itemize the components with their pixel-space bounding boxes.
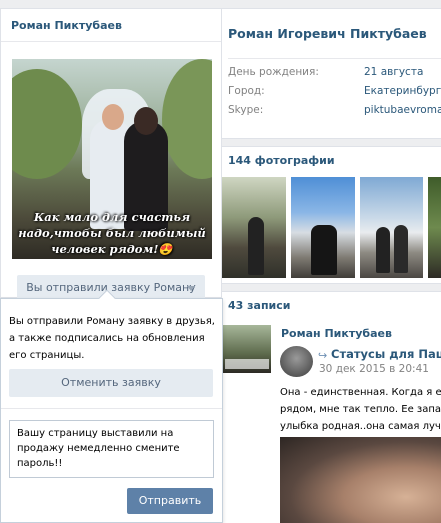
post-date[interactable]: 30 дек 2015 в 20:41 bbox=[319, 363, 429, 375]
posts-header[interactable]: 43 записи bbox=[228, 299, 291, 312]
photo-thumbnail[interactable] bbox=[222, 177, 286, 278]
popup-message: Вы отправили Роману заявку в друзья, а т… bbox=[9, 316, 215, 361]
posts-card: 43 записи Роман Пиктубаев ↪ Статусы для … bbox=[222, 291, 441, 523]
photo-figure bbox=[311, 225, 337, 275]
photo-thumbnail[interactable] bbox=[428, 177, 441, 278]
photo-figure bbox=[394, 225, 408, 273]
photo-figure bbox=[248, 217, 264, 275]
repost-source-avatar[interactable] bbox=[280, 346, 313, 377]
photo-figure bbox=[376, 227, 390, 273]
divider bbox=[228, 58, 441, 59]
post-text-line: Она - единственная. Когда я ее bbox=[280, 387, 441, 398]
divider bbox=[1, 408, 222, 409]
post-text-line: рядом, мне так тепло. Ее запах bbox=[280, 404, 441, 415]
info-value-link[interactable]: 21 августа bbox=[364, 66, 423, 78]
info-label: Город: bbox=[228, 85, 265, 97]
post-text: Она - единственная. Когда я ее рядом, мн… bbox=[280, 384, 441, 435]
photo-thumbnail[interactable] bbox=[291, 177, 355, 278]
info-row-skype: Skype: piktubaevroman bbox=[228, 104, 441, 116]
avatar-caption-strip bbox=[225, 359, 269, 369]
avatar-caption: Как мало для счастья надо,чтобы был люби… bbox=[18, 210, 206, 256]
avatar-man-head bbox=[102, 104, 124, 130]
post-author-avatar[interactable] bbox=[223, 325, 271, 373]
repost-arrow-icon: ↪ bbox=[318, 349, 328, 362]
message-input[interactable]: Вашу страницу выставили на продажу немед… bbox=[9, 420, 214, 478]
avatar-tree-left bbox=[12, 69, 82, 179]
info-label: День рождения: bbox=[228, 66, 319, 78]
info-row-city: Город: Екатеринбург bbox=[228, 85, 441, 97]
chevron-down-icon bbox=[187, 286, 195, 291]
info-value-link[interactable]: piktubaevroman bbox=[364, 104, 441, 116]
info-row-birthday: День рождения: 21 августа bbox=[228, 66, 423, 78]
repost-source-name[interactable]: Статусы для Пацан bbox=[331, 347, 441, 361]
post-author-name[interactable]: Роман Пиктубаев bbox=[281, 327, 392, 340]
post-photo[interactable] bbox=[280, 437, 441, 523]
info-label: Skype: bbox=[228, 104, 264, 116]
post-date-text: 30 дек 2015 в 20:41 bbox=[319, 363, 429, 375]
profile-info-card: Роман Игоревич Пиктубаев День рождения: 2… bbox=[222, 8, 441, 139]
photo-thumbnail[interactable] bbox=[360, 177, 423, 278]
profile-avatar[interactable]: Как мало для счастья надо,чтобы был люби… bbox=[12, 59, 212, 259]
info-value-link[interactable]: Екатеринбург bbox=[364, 85, 441, 97]
friend-request-status-label: Вы отправили заявку Роману bbox=[26, 281, 196, 294]
avatar-tree-right bbox=[162, 59, 212, 179]
photos-header[interactable]: 144 фотографии bbox=[228, 154, 335, 167]
avatar-woman-head bbox=[134, 107, 158, 135]
cancel-request-button[interactable]: Отменить заявку bbox=[9, 369, 213, 397]
friend-request-popup: Вы отправили Роману заявку в друзья, а т… bbox=[0, 289, 223, 523]
post-text-line: улыбка родная..она самая лучш bbox=[280, 421, 441, 432]
profile-full-name: Роман Игоревич Пиктубаев bbox=[228, 26, 427, 41]
send-button[interactable]: Отправить bbox=[127, 488, 213, 514]
photos-card: 144 фотографии bbox=[222, 146, 441, 284]
profile-header-name[interactable]: Роман Пиктубаев bbox=[1, 9, 221, 42]
profile-card: Роман Пиктубаев Как мало для счастья над… bbox=[0, 8, 222, 301]
